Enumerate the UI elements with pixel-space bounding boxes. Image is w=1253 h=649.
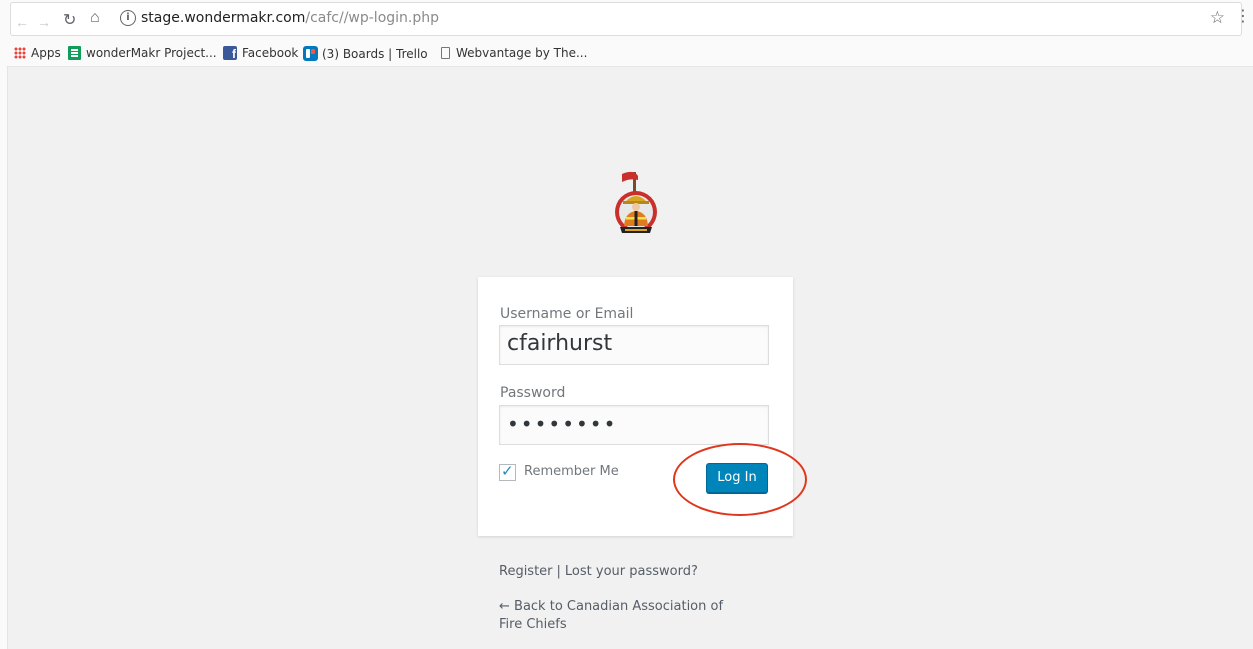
- firefighter-logo-icon[interactable]: [608, 170, 664, 236]
- bookmark-webvantage[interactable]: Webvantage by The...: [441, 46, 587, 60]
- highlight-circle-annotation: [673, 443, 807, 516]
- info-icon[interactable]: i: [120, 10, 136, 26]
- apps-grid-icon: [14, 47, 26, 59]
- bookmark-trello[interactable]: (3) Boards | Trello: [303, 46, 428, 61]
- username-input[interactable]: cfairhurst: [499, 325, 769, 365]
- remember-me-label[interactable]: Remember Me: [524, 464, 619, 479]
- bookmark-facebook[interactable]: f Facebook: [223, 46, 298, 61]
- url-text[interactable]: stage.wondermakr.com/cafc//wp-login.php: [141, 10, 439, 26]
- back-to-site-link[interactable]: ← Back to Canadian Association of Fire C…: [499, 598, 749, 634]
- register-link[interactable]: Register: [499, 564, 553, 579]
- home-icon[interactable]: ⌂: [90, 9, 100, 27]
- reload-icon[interactable]: ↻: [63, 10, 76, 30]
- bookmarks-bar: Apps wonderMakr Project... f Facebook (3…: [0, 42, 1253, 67]
- trello-icon: [303, 46, 318, 61]
- forward-arrow-icon[interactable]: →: [37, 14, 51, 30]
- login-nav-links: Register | Lost your password?: [499, 564, 698, 579]
- bookmark-star-icon[interactable]: ☆: [1210, 8, 1225, 28]
- bookmark-wondermakr[interactable]: wonderMakr Project...: [68, 46, 217, 60]
- checkmark-icon: ✓: [501, 462, 514, 480]
- address-bar[interactable]: ← → ↻ ⌂ i stage.wondermakr.com/cafc//wp-…: [10, 2, 1242, 36]
- password-label: Password: [500, 385, 566, 401]
- page-edge: [0, 66, 8, 649]
- password-input[interactable]: ••••••••: [499, 405, 769, 445]
- bookmark-apps[interactable]: Apps: [14, 46, 61, 60]
- remember-me-checkbox[interactable]: ✓: [499, 462, 516, 481]
- facebook-icon: f: [223, 46, 237, 61]
- browser-toolbar: ← → ↻ ⌂ i stage.wondermakr.com/cafc//wp-…: [0, 0, 1253, 43]
- username-label: Username or Email: [500, 306, 634, 322]
- lost-password-link[interactable]: Lost your password?: [565, 564, 698, 579]
- sheets-icon: [68, 46, 81, 60]
- page-icon: [441, 47, 450, 59]
- back-arrow-icon[interactable]: ←: [15, 14, 29, 30]
- kebab-menu-icon[interactable]: ⋮: [1235, 6, 1251, 25]
